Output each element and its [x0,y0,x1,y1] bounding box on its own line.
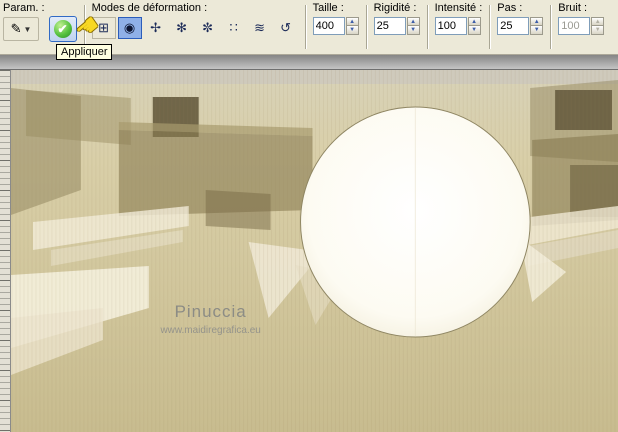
preset-pen-icon: ✎ [10,21,22,36]
hardness-spin-up-button[interactable]: ▲ [406,17,420,26]
size-spin-down-button[interactable]: ▼ [345,26,359,35]
noise-spin-down-button: ▼ [591,26,605,35]
watermark-name: Pinuccia [175,302,247,321]
hardness-spin-down-button[interactable]: ▼ [406,26,420,35]
step-input[interactable] [497,17,530,35]
noise-spin-up-button: ▲ [591,17,605,26]
mode-noise-button[interactable]: ∷ [222,17,246,39]
step-field-group: Pas : ▲ ▼ [497,2,544,35]
toolbar-separator [304,5,306,49]
size-spinner: ▲ ▼ [345,17,359,35]
deformation-modes-label: Modes de déformation : [91,2,208,14]
preset-group: Param. : ✎ ▼ [3,2,45,41]
size-field-label: Taille : [312,2,344,14]
mode-right-twirl-button[interactable]: ✻ [170,17,194,39]
noise-field-group: Bruit : ▲ ▼ [558,2,605,35]
abstract-artwork: Pinuccia www.maidiregrafica.eu [11,70,618,432]
canvas-image[interactable]: Pinuccia www.maidiregrafica.eu [11,70,618,432]
mode-unwarp-button[interactable]: ↺ [274,17,298,39]
hardness-input[interactable] [373,17,406,35]
mode-contract-button[interactable]: ✢ [144,17,168,39]
strength-spinner: ▲ ▼ [467,17,481,35]
toolbar-separator [489,5,491,49]
preset-dropdown-button[interactable]: ✎ ▼ [3,17,39,41]
watermark-url: www.maidiregrafica.eu [159,325,260,336]
strength-spin-down-button[interactable]: ▼ [467,26,481,35]
size-field-group: Taille : ▲ ▼ [312,2,359,35]
workspace: Pinuccia www.maidiregrafica.eu [0,70,618,432]
hardness-field-group: Rigidité : ▲ ▼ [373,2,420,35]
step-spinner: ▲ ▼ [530,17,544,35]
hardness-field-label: Rigidité : [373,2,417,14]
toolbar-separator [83,5,85,49]
apply-button[interactable]: ✔ [48,16,77,42]
apply-check-icon: ✔ [53,20,72,38]
noise-input [558,17,591,35]
mode-push-button[interactable]: ⊞ [91,17,116,39]
mode-iron-out-button[interactable]: ≋ [248,17,272,39]
app-window: Param. : ✎ ▼ ✔ Modes de déformation : ⊞ … [0,0,618,432]
size-input[interactable] [312,17,345,35]
hardness-spinner: ▲ ▼ [406,17,420,35]
dropdown-caret-icon: ▼ [23,24,32,34]
step-spin-up-button[interactable]: ▲ [530,17,544,26]
mode-expand-button[interactable]: ◉ [117,17,142,39]
toolbar-separator [426,5,428,49]
preset-group-label: Param. : [3,2,45,14]
vertical-ruler [0,70,11,432]
strength-spin-up-button[interactable]: ▲ [467,17,481,26]
apply-tooltip: Appliquer [56,44,113,60]
toolbar-separator [365,5,367,49]
step-spin-down-button[interactable]: ▼ [530,26,544,35]
strength-field-label: Intensité : [434,2,483,14]
noise-field-label: Bruit : [558,2,588,14]
deformation-modes-group: Modes de déformation : ⊞ ◉ ✢ ✻ ✼ ∷ ≋ ↺ [91,2,298,39]
mode-left-twirl-button[interactable]: ✼ [196,17,220,39]
deformation-modes-buttons: ⊞ ◉ ✢ ✻ ✼ ∷ ≋ ↺ [91,17,298,39]
size-spin-up-button[interactable]: ▲ [345,17,359,26]
step-field-label: Pas : [497,2,523,14]
strength-field-group: Intensité : ▲ ▼ [434,2,483,35]
strength-input[interactable] [434,17,467,35]
noise-spinner: ▲ ▼ [591,17,605,35]
toolbar-separator [550,5,552,49]
